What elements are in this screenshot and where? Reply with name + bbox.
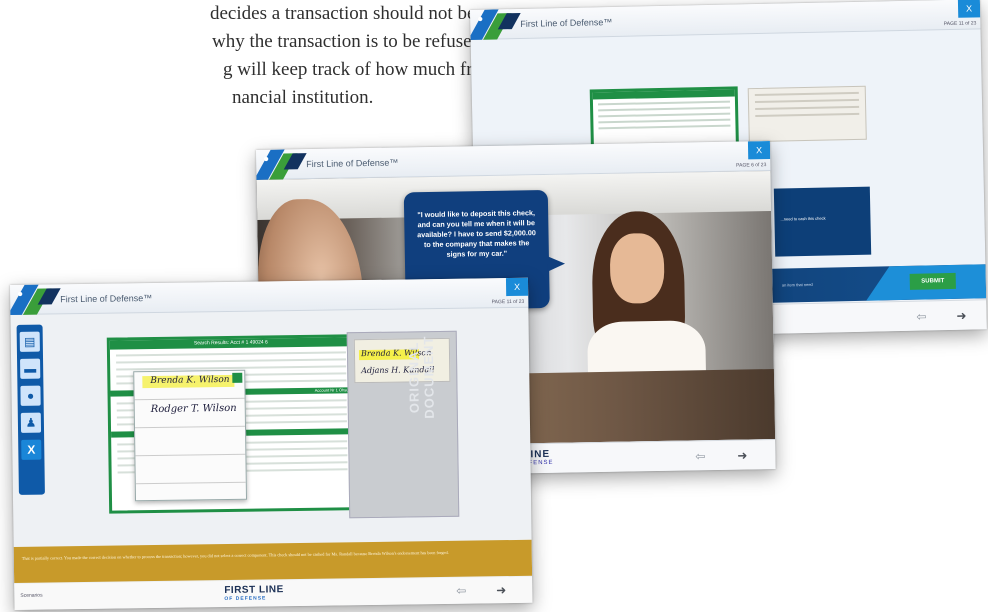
user-icon: ●	[263, 153, 270, 165]
original-document-panel[interactable]: Brenda K. Wilson Adjans H. Kundall ORIGI…	[346, 330, 460, 519]
window-front: ● First Line of Defense™ X PAGE 11 of 23…	[10, 277, 533, 610]
prev-arrow-icon[interactable]: ⇦	[456, 584, 466, 598]
speech-block: ...need to cash this check	[773, 186, 872, 257]
close-button[interactable]: X	[957, 0, 981, 18]
close-icon[interactable]	[232, 372, 243, 383]
orig-label-line: DOCUMENT	[420, 335, 437, 419]
intro-line: nancial institution.	[232, 87, 374, 108]
intro-line: g will keep track of how much fraud	[223, 59, 500, 80]
band-text: an item that need	[781, 281, 813, 288]
document-icon[interactable]: ▤	[19, 331, 40, 352]
page-counter: PAGE 6 of 23	[736, 162, 767, 169]
intro-text: decides a transaction should not be why …	[0, 0, 500, 112]
next-arrow-icon[interactable]: ➜	[496, 583, 506, 597]
signature-1: Brenda K. Wilson	[150, 374, 230, 387]
footer-logo: FIRST LINE OF DEFENSE	[224, 584, 284, 604]
submit-button[interactable]: SUBMIT	[909, 272, 956, 290]
scenarios-link[interactable]: Scenarios	[20, 593, 42, 599]
app-logo: ●	[256, 149, 307, 181]
check-back-image[interactable]	[747, 85, 867, 143]
intro-line: decides a transaction should not be	[210, 3, 476, 24]
app-logo: ●	[470, 9, 521, 41]
speech-text: "I would like to deposit this check, and…	[417, 208, 536, 259]
feedback-banner: That is partially correct. You made the …	[13, 539, 533, 583]
doc-title: Search Results: Acct # 1 49024 6	[109, 337, 352, 350]
prev-arrow-icon[interactable]: ⇦	[695, 449, 705, 463]
app-logo: ●	[10, 284, 61, 316]
window-header: ● First Line of Defense™ X PAGE 11 of 23	[470, 0, 981, 41]
intro-line: why the transaction is to be refused.	[212, 31, 486, 52]
page-counter: PAGE 11 of 23	[491, 298, 525, 306]
feedback-text: That is partially correct. You made the …	[21, 549, 449, 561]
original-document-label: ORIGINAL DOCUMENT	[406, 322, 438, 432]
app-title: First Line of Defense™	[520, 17, 613, 29]
close-button[interactable]: X	[505, 277, 529, 297]
next-arrow-icon[interactable]: ➜	[956, 309, 966, 323]
user-icon[interactable]: ♟	[20, 412, 42, 433]
card-icon[interactable]: ▬	[20, 358, 41, 379]
window-header: ● First Line of Defense™ X PAGE 11 of 23	[10, 277, 529, 316]
user-icon: ●	[17, 288, 24, 300]
tool-sidebar: ▤ ▬ ● ♟ X	[16, 324, 45, 495]
page-counter: PAGE 11 of 23	[943, 20, 977, 28]
app-title: First Line of Defense™	[306, 157, 399, 170]
logo-sub: OF DEFENSE	[224, 595, 267, 603]
teller-face	[609, 232, 665, 304]
signature-2: Rodger T. Wilson	[150, 402, 237, 416]
next-arrow-icon[interactable]: ➜	[737, 448, 747, 462]
prev-arrow-icon[interactable]: ⇦	[916, 310, 926, 324]
signature-card-popup[interactable]: Brenda K. Wilson Rodger T. Wilson	[133, 369, 248, 502]
app-title: First Line of Defense™	[60, 293, 153, 305]
id-icon[interactable]: ●	[20, 385, 41, 406]
user-icon: ●	[477, 13, 484, 25]
orig-label-line: ORIGINAL	[405, 341, 422, 414]
close-tools-button[interactable]: X	[21, 439, 42, 460]
close-button[interactable]: X	[747, 141, 771, 160]
